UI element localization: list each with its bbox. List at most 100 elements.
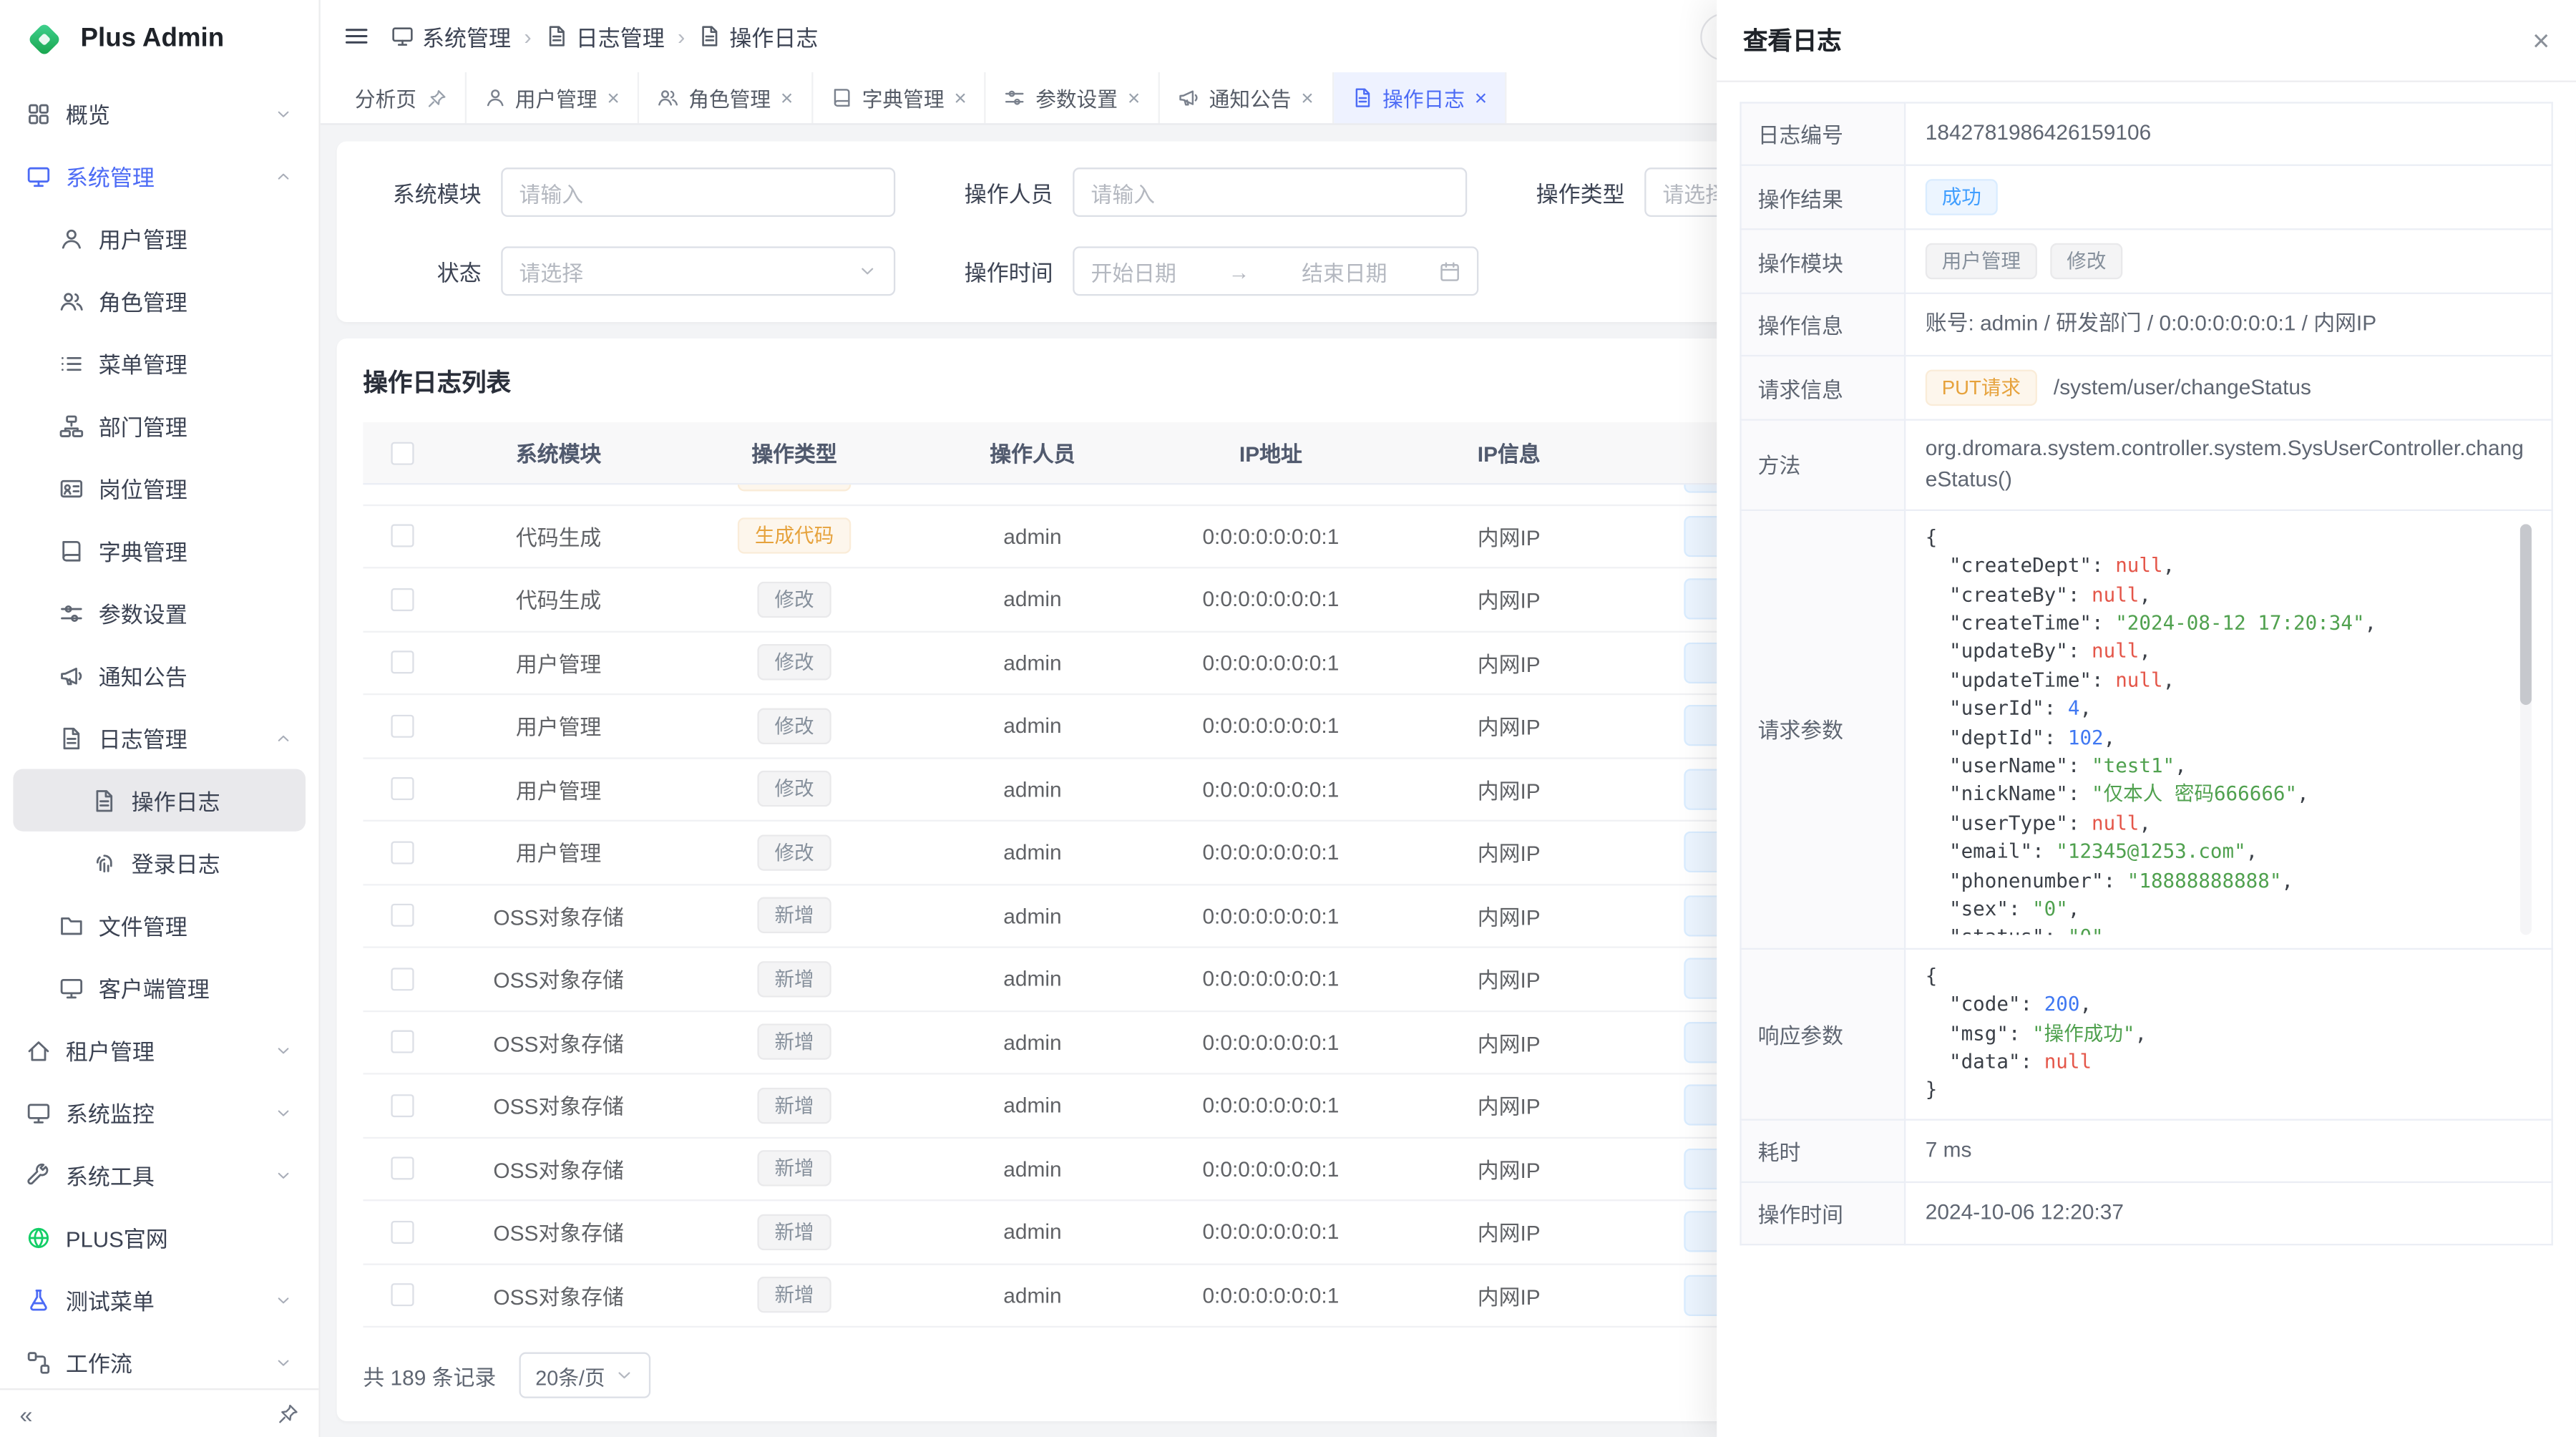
ip-cell: 0:0:0:0:0:0:0:1 [1151, 1093, 1390, 1117]
sidebar-item[interactable]: 工作流 [13, 1331, 306, 1388]
filter-status: 状态请选择 [360, 246, 895, 296]
row-checkbox[interactable] [391, 968, 414, 990]
detail-value: org.dromara.system.controller.system.Sys… [1905, 420, 2552, 510]
detail-value: { "code": 200, "msg": "操作成功", "data": nu… [1905, 948, 2552, 1119]
sidebar-item[interactable]: 字典管理 [13, 520, 306, 582]
end-date-placeholder: 结束日期 [1302, 255, 1387, 287]
tab[interactable]: 操作日志 × [1333, 72, 1506, 123]
detail-text: 1842781986426159106 [1926, 120, 2151, 145]
status-select[interactable]: 请选择 [501, 246, 895, 296]
close-tab-icon[interactable]: × [607, 87, 619, 109]
hamburger-menu-icon[interactable] [343, 23, 370, 49]
scrollbar[interactable] [2520, 524, 2532, 935]
sidebar-item[interactable]: 部门管理 [13, 394, 306, 457]
collapse-sidebar-button[interactable]: « [20, 1403, 33, 1426]
row-checkbox[interactable] [391, 1220, 414, 1243]
detail-row: 操作时间2024-10-06 12:20:37 [1741, 1182, 2552, 1244]
status-badge: 用户管理 [1926, 243, 2037, 280]
sidebar-item-label: 系统工具 [66, 1159, 260, 1192]
detail-value: 成功 [1905, 165, 2552, 230]
breadcrumb-item[interactable]: 操作日志 [698, 20, 819, 53]
row-checkbox[interactable] [391, 1157, 414, 1180]
close-tab-icon[interactable]: × [954, 87, 966, 109]
row-checkbox[interactable] [391, 1284, 414, 1307]
sidebar-item[interactable]: 用户管理 [13, 207, 306, 269]
breadcrumb-item[interactable]: 日志管理 [545, 20, 665, 53]
tab[interactable]: 参数设置× [986, 72, 1159, 123]
page-size-select[interactable]: 20条/页 [519, 1353, 651, 1398]
close-tab-icon[interactable]: × [1475, 87, 1487, 109]
scrollbar-thumb[interactable] [2520, 524, 2532, 705]
row-checkbox[interactable] [391, 651, 414, 674]
tab[interactable]: 字典管理× [813, 72, 986, 123]
log-detail-drawer: 查看日志 × 日志编号1842781986426159106操作结果成功操作模块… [1717, 0, 2576, 1437]
tab-label: 操作日志 [1382, 82, 1465, 114]
detail-row: 操作模块用户管理修改 [1741, 229, 2552, 293]
row-checkbox[interactable] [391, 904, 414, 927]
detail-label: 请求信息 [1741, 356, 1906, 420]
row-checkbox[interactable] [391, 588, 414, 610]
close-tab-icon[interactable]: × [1128, 87, 1140, 109]
operator-cell: admin [914, 484, 1152, 485]
sidebar-item[interactable]: 岗位管理 [13, 457, 306, 519]
row-checkbox[interactable] [391, 1093, 414, 1116]
ip-cell: 0:0:0:0:0:0:0:1 [1151, 713, 1390, 738]
sidebar-item[interactable]: 菜单管理 [13, 332, 306, 394]
operator-input[interactable]: 请输入 [1073, 167, 1467, 217]
sidebar-item[interactable]: 测试菜单 [13, 1268, 306, 1330]
sidebar-item[interactable]: 租户管理 [13, 1018, 306, 1081]
ip-cell: 0:0:0:0:0:0:0:1 [1151, 524, 1390, 548]
sidebar-item[interactable]: 系统工具 [13, 1144, 306, 1206]
sidebar-item[interactable]: 日志管理 [13, 706, 306, 769]
sidebar-item[interactable]: 文件管理 [13, 894, 306, 956]
system-module-input[interactable]: 请输入 [501, 167, 895, 217]
operation-type-cell: 生成代码 [675, 518, 914, 555]
pin-sidebar-icon[interactable] [278, 1403, 299, 1425]
sidebar-item[interactable]: 概览 [13, 82, 306, 145]
close-drawer-button[interactable]: × [2532, 26, 2550, 55]
operation-type-cell: 新增 [675, 897, 914, 934]
code-line: "data": null [1926, 1048, 2532, 1077]
sidebar-item[interactable]: 通知公告 [13, 644, 306, 706]
operation-type-cell: 修改 [675, 645, 914, 681]
close-tab-icon[interactable]: × [1301, 87, 1313, 109]
tab[interactable]: 分析页 [337, 72, 466, 123]
app-logo[interactable]: Plus Admin [0, 0, 318, 79]
detail-row: 请求信息PUT请求/system/user/changeStatus [1741, 356, 2552, 420]
code-line: "email": "12345@1253.com", [1926, 838, 2532, 867]
row-checkbox[interactable] [391, 1031, 414, 1053]
sidebar-item[interactable]: 操作日志 [13, 769, 306, 831]
sidebar-item[interactable]: 系统管理 [13, 145, 306, 207]
sidebar-item[interactable]: 系统监控 [13, 1081, 306, 1144]
row-checkbox[interactable] [391, 525, 414, 547]
row-checkbox[interactable] [391, 714, 414, 737]
code-line: "nickName": "仅本人 密码666666", [1926, 781, 2532, 809]
tab[interactable]: 用户管理× [466, 72, 639, 123]
row-checkbox[interactable] [391, 841, 414, 864]
sidebar-item[interactable]: PLUS官网 [13, 1206, 306, 1268]
doc-icon [92, 788, 117, 812]
close-tab-icon[interactable]: × [781, 87, 793, 109]
chevron-down-icon [274, 1353, 292, 1371]
tab-label: 分析页 [355, 82, 416, 114]
sidebar-item[interactable]: 参数设置 [13, 582, 306, 644]
breadcrumb-label: 日志管理 [576, 20, 665, 53]
sidebar-item-label: 工作流 [66, 1345, 260, 1378]
operation-type-badge: 修改 [758, 581, 831, 618]
sidebar-item[interactable]: 登录日志 [13, 832, 306, 894]
select-all-checkbox[interactable] [391, 441, 414, 464]
sliders-icon [59, 600, 84, 625]
breadcrumb-item[interactable]: 系统管理 [391, 20, 511, 53]
doc-icon [545, 24, 567, 47]
sidebar-item[interactable]: 客户端管理 [13, 956, 306, 1018]
operation-type-cell: 修改 [675, 771, 914, 807]
sidebar-item-label: 用户管理 [99, 222, 293, 255]
row-checkbox[interactable] [391, 778, 414, 801]
tab[interactable]: 角色管理× [639, 72, 812, 123]
operation-time-input[interactable]: 开始日期→结束日期 [1073, 246, 1478, 296]
operation-type-badge: 新增 [758, 1024, 831, 1061]
tab[interactable]: 通知公告× [1160, 72, 1333, 123]
book-icon [59, 538, 84, 562]
sidebar-item[interactable]: 角色管理 [13, 270, 306, 332]
code-line: { [1926, 963, 2532, 991]
